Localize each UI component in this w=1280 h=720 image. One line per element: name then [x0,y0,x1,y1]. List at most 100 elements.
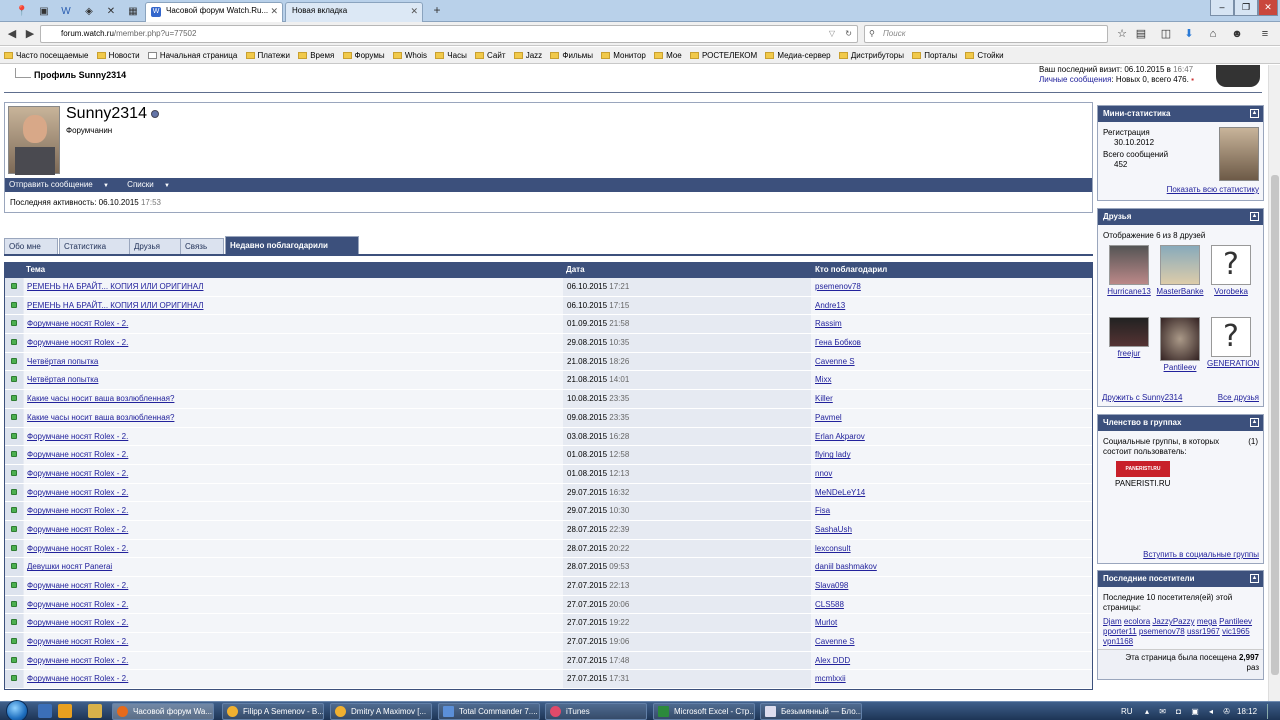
start-button-icon[interactable] [6,700,28,720]
friend-item[interactable]: MasterBanke [1156,245,1204,297]
group-logo[interactable]: PANERISTI.RU [1116,461,1170,477]
maximize-icon[interactable]: ❐ [1234,0,1258,16]
topic-link[interactable]: Форумчане носят Rolex - 2. [27,506,128,515]
friend-item[interactable]: ? GENERATION [1207,317,1259,369]
friend-item[interactable]: Pantileev [1156,317,1204,373]
topic-link[interactable]: РЕМЕНЬ НА БРАЙТ... КОПИЯ ИЛИ ОРИГИНАЛ [27,282,203,291]
bookmark-item[interactable]: Мое [654,47,682,63]
visitor-link[interactable]: mega [1197,617,1217,626]
thanked-by-link[interactable]: Rassim [815,319,842,328]
topic-link[interactable]: Форумчане носят Rolex - 2. [27,432,128,441]
pin-tab-tools-icon[interactable]: ✕ [101,2,121,20]
topic-link[interactable]: Форумчане носят Rolex - 2. [27,338,128,347]
visitor-link[interactable]: vpn1168 [1103,637,1133,646]
close-window-icon[interactable]: ✕ [1258,0,1278,16]
collapse-icon[interactable]: ▲ [1250,212,1259,221]
visitor-link[interactable]: ecolora [1124,617,1150,626]
scrollbar-thumb[interactable] [1271,175,1279,675]
task-total-commander[interactable]: Total Commander 7.... [438,703,540,720]
private-messages-link[interactable]: Личные сообщения [1039,75,1111,84]
tab-contact[interactable]: Связь [180,238,224,254]
bookmark-item[interactable]: Часы [435,47,467,63]
visitor-link[interactable]: vic1965 [1222,627,1250,636]
topic-link[interactable]: Форумчане носят Rolex - 2. [27,319,128,328]
topic-link[interactable]: Форумчане носят Rolex - 2. [27,674,128,683]
collapse-icon[interactable]: ▲ [1250,109,1259,118]
thanked-by-link[interactable]: Гена Бобков [815,338,861,347]
home-icon[interactable]: ⌂ [1206,27,1220,41]
download-icon[interactable]: ⬇ [1182,27,1196,41]
thanked-by-link[interactable]: SashaUsh [815,525,852,534]
menu-icon[interactable]: ≡ [1258,27,1272,41]
friend-item[interactable]: Hurricane13 [1105,245,1153,297]
forward-icon[interactable]: ▶ [22,26,38,42]
pin-tab-picture-icon[interactable]: ▣ [34,2,54,20]
topic-link[interactable]: Форумчане носят Rolex - 2. [27,581,128,590]
tab-new[interactable]: Новая вкладка ✕ [285,2,423,22]
visitor-link[interactable]: ussr1967 [1187,627,1220,636]
collapse-icon[interactable]: ▲ [1250,418,1259,427]
show-all-stats-link[interactable]: Показать всю статистику [1167,185,1259,195]
bookmark-item[interactable]: Часто посещаемые [4,47,88,63]
bookmark-item[interactable]: Порталы [912,47,957,63]
thanked-by-link[interactable]: Cavenne S [815,357,855,366]
bookmark-item[interactable]: Медиа-сервер [765,47,831,63]
pin-tab-shield-icon[interactable]: ◈ [79,2,99,20]
tab-statistics[interactable]: Статистика [59,238,131,254]
chat-icon[interactable]: ☻ [1230,27,1244,41]
avatar[interactable] [8,106,60,175]
tab-friends[interactable]: Друзья [129,238,181,254]
thanked-by-link[interactable]: Cavenne S [815,637,855,646]
visitor-link[interactable]: Djam [1103,617,1122,626]
topic-link[interactable]: Форумчане носят Rolex - 2. [27,600,128,609]
join-groups-link[interactable]: Вступить в социальные группы [1143,550,1259,560]
visitor-link[interactable]: pporter11 [1103,627,1137,636]
tray-icons[interactable]: ▴ ✉ ◘ ▣ ◂ ✇ [1145,702,1234,720]
thanked-by-link[interactable]: mcmlxxii [815,674,846,683]
task-excel[interactable]: Microsoft Excel - Стр... [653,703,755,720]
pocket-icon[interactable]: ◫ [1159,27,1173,41]
question-mark-icon[interactable]: ? [1211,317,1251,357]
tab-recently-thanked[interactable]: Недавно поблагодарили [225,236,359,254]
bookmark-item[interactable]: Новости [96,47,140,63]
topic-link[interactable]: Четвёртая попытка [27,375,98,384]
quicklaunch-media-icon[interactable] [58,704,72,718]
reload-icon[interactable]: ↻ [845,26,852,42]
task-skype-1[interactable]: Filipp A Semenov - В... [222,703,324,720]
visitor-link[interactable]: JazzyPazzy [1152,617,1194,626]
topic-link[interactable]: Форумчане носят Rolex - 2. [27,637,128,646]
friend-avatar[interactable] [1109,317,1149,347]
task-itunes[interactable]: iTunes [545,703,647,720]
tab-watch-forum[interactable]: W Часовой форум Watch.Ru... ✕ [145,2,283,22]
thanked-by-link[interactable]: flying lady [815,450,851,459]
visitor-link[interactable]: Pantileev [1219,617,1252,626]
topic-link[interactable]: Форумчане носят Rolex - 2. [27,544,128,553]
lists-button[interactable]: Списки ▼ [127,180,178,189]
bookmark-item[interactable]: Jazz [513,47,542,63]
task-firefox[interactable]: Часовой форум Wa... [112,703,214,720]
befriend-link[interactable]: Дружить с Sunny2314 [1102,393,1182,403]
tab-about[interactable]: Обо мне [4,238,58,254]
bookmark-item[interactable]: Стойки [965,47,1004,63]
url-bar[interactable]: forum.watch.ru/member.php?u=77502 ▽ ↻ [40,25,858,43]
back-icon[interactable]: ◀ [4,26,20,42]
bookmark-item[interactable]: Форумы [342,47,385,63]
close-tab-icon[interactable]: ✕ [270,6,278,17]
task-notepad[interactable]: Безымянный — Бло... [760,703,862,720]
bookmark-item[interactable]: Монитор [601,47,646,63]
topic-link[interactable]: Девушки носят Panerai [27,562,112,571]
bookmark-item[interactable]: Начальная страница [147,47,237,63]
thanked-by-link[interactable]: Mixx [815,375,831,384]
thanked-by-link[interactable]: Murlot [815,618,837,627]
thanked-by-link[interactable]: CLS588 [815,600,844,609]
question-mark-icon[interactable]: ? [1211,245,1251,285]
topic-link[interactable]: Форумчане носят Rolex - 2. [27,488,128,497]
thanked-by-link[interactable]: lexconsult [815,544,851,553]
all-friends-link[interactable]: Все друзья [1218,393,1259,403]
thanked-by-link[interactable]: daniil bashmakov [815,562,877,571]
thanked-by-link[interactable]: Killer [815,394,833,403]
dropdown-arrow-icon[interactable]: ▽ [829,26,835,42]
show-desktop-button[interactable] [1267,704,1277,719]
topic-link[interactable]: Какие часы носит ваша возлюбленная? [27,394,174,403]
thanked-by-link[interactable]: Pavmel [815,413,842,422]
